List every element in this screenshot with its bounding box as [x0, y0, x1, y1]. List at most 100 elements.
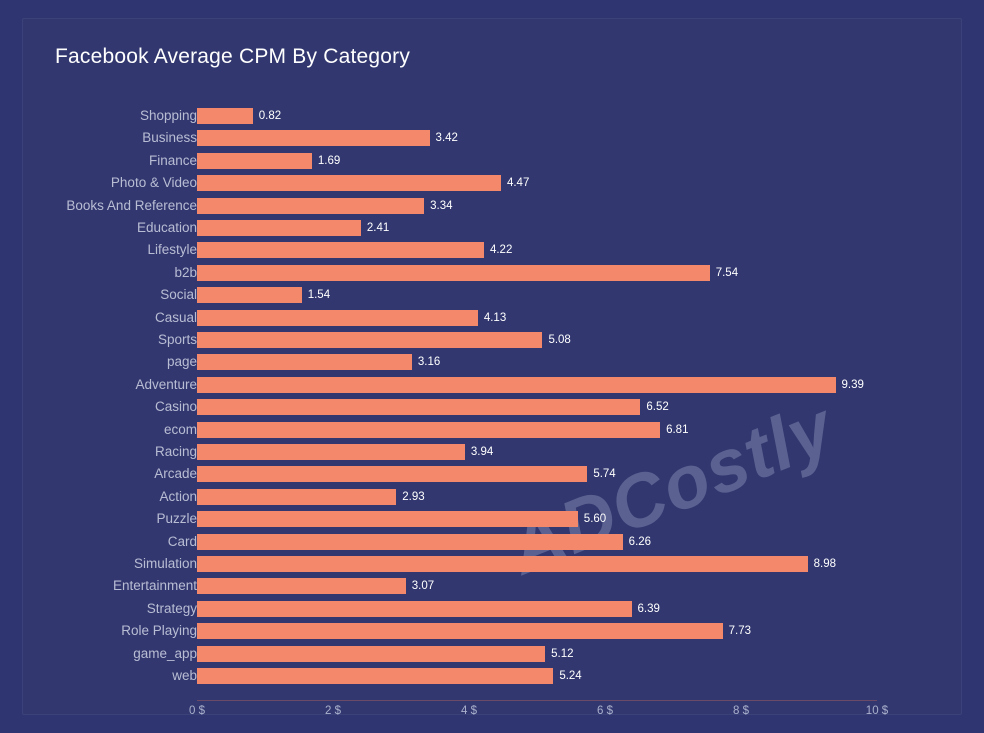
bar-row: Role Playing 7.73: [23, 620, 963, 642]
category-label: Books And Reference: [66, 197, 197, 213]
category-label: web: [172, 668, 197, 683]
bar-track: 4.13: [197, 309, 877, 326]
bar-value-label: 3.94: [470, 446, 494, 458]
bar-fill[interactable]: [197, 578, 406, 595]
bar-fill[interactable]: [197, 220, 361, 236]
bar-row: Card 6.26: [23, 531, 963, 553]
category-label: Lifestyle: [147, 242, 197, 258]
x-axis-tick-label: 6 $: [597, 705, 613, 717]
bar-value-label: 6.39: [637, 602, 660, 615]
category-label: Arcade: [154, 466, 197, 482]
bar-track: 6.81: [197, 421, 877, 438]
bar-track: 7.73: [197, 623, 877, 640]
bar-chart-plot-area: Shopping 0.82 Business 3.42 Finance 1.69 Photo…: [23, 19, 963, 716]
x-axis-tick-label: 4 $: [461, 705, 477, 717]
bar-fill[interactable]: [197, 600, 632, 617]
bar-value-label: 2.41: [366, 222, 390, 234]
bar-row: Social 1.54: [23, 284, 963, 306]
bar-fill[interactable]: [197, 108, 253, 124]
bar-row: Racing 3.94: [23, 441, 963, 463]
category-label: Puzzle: [156, 511, 197, 527]
bar-track: 3.07: [197, 578, 877, 595]
bar-track: 5.12: [197, 645, 877, 662]
bar-fill[interactable]: [197, 488, 397, 505]
bar-track: 5.24: [197, 668, 877, 684]
bar-track: 9.39: [197, 376, 877, 393]
category-label: Finance: [148, 152, 197, 168]
bar-fill[interactable]: [197, 533, 623, 550]
bar-row: Puzzle 5.60: [23, 508, 963, 530]
category-label: Education: [136, 220, 197, 235]
bar-value-label: 3.34: [430, 199, 453, 212]
bar-row: ecom 6.81: [23, 419, 963, 441]
category-label: Shopping: [139, 108, 197, 123]
bar-track: 7.54: [197, 264, 877, 281]
bar-fill[interactable]: [197, 376, 836, 393]
bar-row: Arcade 5.74: [23, 463, 963, 485]
bar-row: Photo & Video 4.47: [23, 172, 963, 194]
category-label: game_app: [133, 645, 197, 661]
bar-track: 1.54: [197, 287, 877, 304]
bar-fill[interactable]: [197, 623, 723, 640]
bar-fill[interactable]: [197, 130, 430, 147]
bar-value-label: 1.54: [307, 289, 331, 302]
category-label: Racing: [154, 444, 197, 459]
chart-card: Facebook Average CPM By Category ADCostl…: [22, 18, 963, 717]
bar-fill[interactable]: [197, 264, 710, 281]
bar-fill[interactable]: [197, 645, 546, 662]
bar-row: Shopping 0.82: [23, 105, 963, 127]
bar-value-label: 8.98: [813, 558, 837, 570]
bar-row: Education 2.41: [23, 217, 963, 239]
x-axis: 0 $ 2 $ 4 $ 6 $ 8 $ 10 $: [23, 705, 963, 725]
bar-value-label: 5.12: [551, 647, 574, 660]
bar-value-label: 5.60: [583, 513, 607, 526]
bar-fill[interactable]: [197, 197, 425, 214]
bar-row: Business 3.42: [23, 127, 963, 149]
bar-track: 4.47: [197, 175, 877, 192]
bar-row: Action 2.93: [23, 486, 963, 508]
bar-track: 0.82: [197, 108, 877, 124]
bar-row: Entertainment 3.07: [23, 575, 963, 597]
bar-fill[interactable]: [197, 287, 302, 304]
bar-value-label: 6.52: [646, 401, 669, 414]
bar-value-label: 9.39: [841, 378, 864, 391]
bar-fill[interactable]: [197, 152, 312, 169]
bar-fill[interactable]: [197, 421, 661, 438]
category-label: Strategy: [146, 600, 197, 616]
category-label: Simulation: [133, 556, 197, 571]
bar-value-label: 7.73: [728, 625, 752, 638]
bar-fill[interactable]: [197, 175, 501, 192]
bar-fill[interactable]: [197, 556, 808, 572]
bar-track: 8.98: [197, 556, 877, 572]
bar-fill[interactable]: [197, 466, 588, 483]
bar-track: 6.52: [197, 399, 877, 416]
category-label: Social: [160, 287, 197, 303]
bar-fill[interactable]: [197, 668, 554, 684]
bar-value-label: 6.26: [628, 535, 652, 548]
bar-fill[interactable]: [197, 511, 578, 528]
bar-row: b2b 7.54: [23, 262, 963, 284]
x-axis-tick-label: 10 $: [865, 705, 889, 717]
bar-value-label: 7.54: [715, 266, 739, 279]
bar-value-label: 4.22: [489, 244, 513, 257]
category-label: Action: [159, 488, 197, 504]
category-label: Casual: [154, 309, 197, 325]
bar-track: 4.22: [197, 242, 877, 259]
bar-track: 2.41: [197, 220, 877, 236]
bar-fill[interactable]: [197, 444, 465, 460]
bar-track: 5.60: [197, 511, 877, 528]
bar-row: Casual 4.13: [23, 307, 963, 329]
category-label: Photo & Video: [110, 175, 197, 191]
bar-fill[interactable]: [197, 399, 641, 416]
category-label: Sports: [157, 332, 197, 347]
x-axis-tick-label: 0 $: [189, 705, 205, 717]
x-axis-tick-label: 2 $: [325, 705, 341, 717]
bar-fill[interactable]: [197, 332, 543, 348]
bar-row: Sports 5.08: [23, 329, 963, 351]
bar-fill[interactable]: [197, 242, 484, 259]
bar-track: 3.34: [197, 197, 877, 214]
bar-fill[interactable]: [197, 354, 412, 371]
bar-track: 2.93: [197, 488, 877, 505]
bar-fill[interactable]: [197, 309, 478, 326]
bar-value-label: 4.13: [483, 311, 507, 324]
